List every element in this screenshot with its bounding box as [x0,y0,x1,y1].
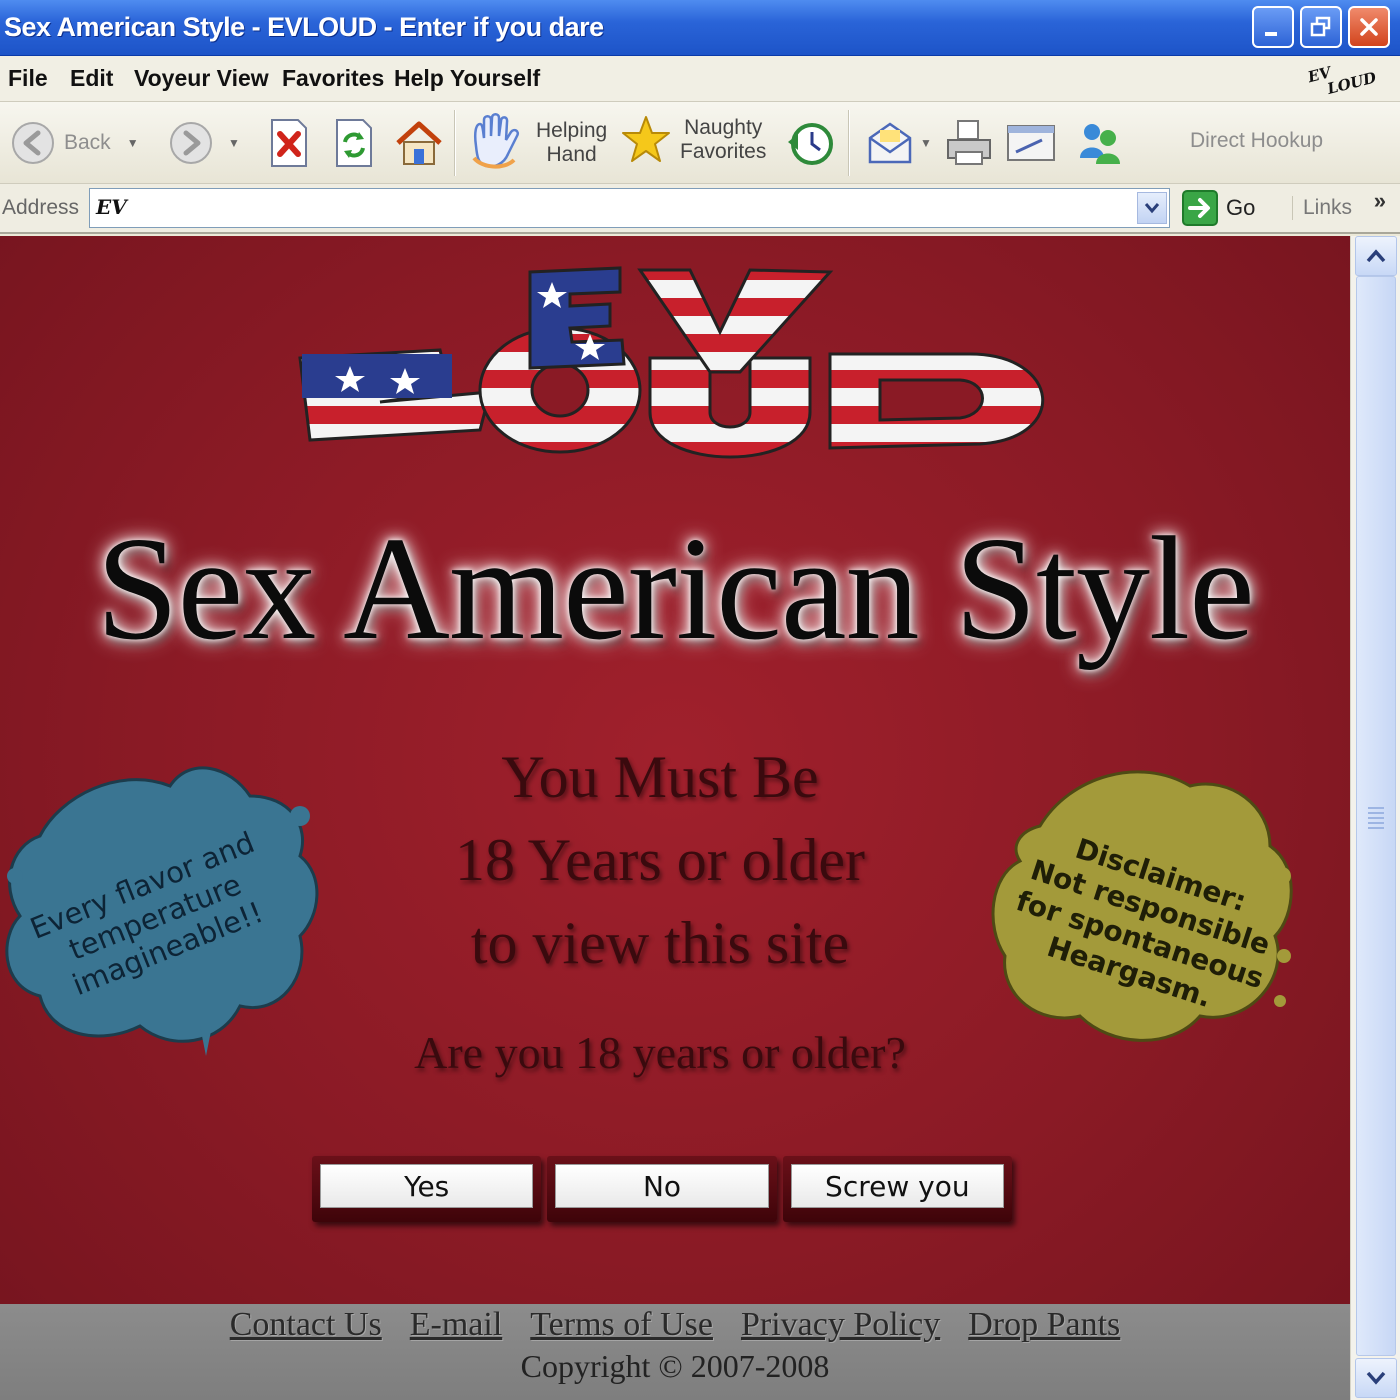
helping-hand-line2: Hand [546,143,597,166]
toolbar: Back ▼ ▼ Helping Hand Naughty Favorites … [0,102,1400,184]
hand-icon [472,113,519,169]
links-button[interactable]: Links [1292,196,1352,220]
page-headline: Sex American Style [96,507,1255,671]
messenger-icon [1080,124,1120,164]
stop-button[interactable] [268,118,310,168]
title-bar: Sex American Style - EVLOUD - Enter if y… [0,0,1400,56]
mail-icon [868,122,912,164]
footer-link-email[interactable]: E-mail [410,1306,503,1344]
restore-button[interactable] [1300,6,1342,48]
yes-button[interactable]: Yes [320,1164,534,1208]
helping-hand-button[interactable]: Helping Hand [464,112,607,174]
menu-help-yourself[interactable]: Help Yourself [394,65,540,92]
footer-link-privacy-policy[interactable]: Privacy Policy [741,1306,940,1344]
screw-you-button-frame: Screw you [782,1156,1012,1222]
home-button[interactable] [394,118,444,168]
naughty-favorites-button[interactable]: Naughty Favorites [620,114,766,166]
age-warning-line3: to view this site [470,910,850,976]
age-warning: You Must Be 18 Years or older to view th… [370,736,950,985]
address-value: EV [96,195,127,219]
scroll-grip-icon [1368,807,1384,829]
print-icon [947,120,991,165]
history-icon [788,123,833,165]
mail-button[interactable]: ▼ [866,120,932,166]
forward-arrow-icon [170,122,212,164]
address-dropdown-button[interactable] [1137,192,1167,224]
no-button[interactable]: No [555,1164,769,1208]
naughty-favorites-line1: Naughty [684,116,763,139]
page-content: Sex American Style Every flavor and temp… [0,236,1350,1400]
back-label: Back [64,131,111,154]
age-question: Are you 18 years or older? [414,1027,906,1078]
menu-bar: File Edit Voyeur View Favorites Help You… [0,56,1400,102]
footer-link-contact-us[interactable]: Contact Us [230,1306,382,1344]
flavor-badge: Every flavor and temperature imagineable… [0,756,320,1056]
close-button[interactable] [1348,6,1390,48]
go-button[interactable]: Go [1182,190,1255,226]
chevron-down-icon [1144,203,1160,214]
naughty-favorites-line2: Favorites [680,140,767,163]
stop-icon [271,119,307,167]
links-more-button[interactable]: » [1374,188,1386,214]
menu-voyeur-view[interactable]: Voyeur View [134,65,269,92]
back-dropdown-icon[interactable]: ▼ [127,136,139,150]
restore-icon [1310,16,1331,37]
toolbar-separator [454,110,456,176]
window-title: Sex American Style - EVLOUD - Enter if y… [4,12,604,42]
scroll-down-button[interactable] [1355,1358,1397,1398]
vertical-scrollbar[interactable] [1350,236,1400,1400]
brand-logo: EV LOUD [1306,51,1389,108]
go-label: Go [1226,195,1256,220]
messenger-button[interactable] [1074,118,1124,168]
chevron-down-icon [1366,1371,1386,1385]
address-label: Address [2,196,80,219]
age-warning-line2: 18 Years or older [455,827,865,893]
back-arrow-icon [12,122,54,164]
address-bar: Address EV Go Links » [0,184,1400,234]
menu-favorites[interactable]: Favorites [282,65,384,92]
star-icon [622,116,670,162]
forward-button[interactable]: ▼ [168,120,240,166]
direct-hookup-button[interactable]: Direct Hookup [1190,129,1323,153]
history-button[interactable] [786,120,836,168]
mail-dropdown-icon[interactable]: ▼ [920,136,932,150]
address-input[interactable]: EV [89,188,1170,228]
menu-file[interactable]: File [8,65,48,92]
footer-link-drop-pants[interactable]: Drop Pants [968,1306,1120,1344]
scroll-up-button[interactable] [1355,236,1397,276]
forward-dropdown-icon[interactable]: ▼ [228,136,240,150]
minimize-button[interactable] [1252,6,1294,48]
home-icon [396,121,442,165]
menu-edit[interactable]: Edit [70,65,113,92]
refresh-button[interactable] [333,118,375,168]
back-button[interactable]: Back ▼ [10,120,139,166]
print-button[interactable] [944,118,994,168]
helping-hand-line1: Helping [536,119,608,142]
close-icon [1360,18,1378,36]
go-arrow-icon [1182,190,1218,226]
evloud-flag-logo [298,266,1045,459]
scroll-thumb[interactable] [1356,276,1396,1356]
refresh-icon [336,119,372,167]
age-warning-line1: You Must Be [501,744,819,810]
toolbar-separator [848,110,850,176]
screw-you-button[interactable]: Screw you [790,1164,1004,1208]
footer: Contact Us E-mail Terms of Use Privacy P… [0,1304,1350,1400]
copyright-notice: Copyright © 2007-2008 [520,1348,830,1384]
chevron-up-icon [1366,249,1386,263]
disclaimer-badge: Disclaimer: Not responsible for spontane… [990,756,1300,1056]
helping-hand-label: Helping Hand [536,119,607,167]
minimize-icon [1265,32,1277,36]
edit-button[interactable] [1006,122,1056,164]
no-button-frame: No [547,1156,777,1222]
naughty-favorites-label: Naughty Favorites [680,116,766,164]
footer-links: Contact Us E-mail Terms of Use Privacy P… [0,1306,1350,1344]
edit-icon [1007,125,1055,161]
footer-link-terms-of-use[interactable]: Terms of Use [530,1306,713,1344]
age-buttons: Yes No Screw you [312,1156,1012,1226]
yes-button-frame: Yes [312,1156,542,1222]
